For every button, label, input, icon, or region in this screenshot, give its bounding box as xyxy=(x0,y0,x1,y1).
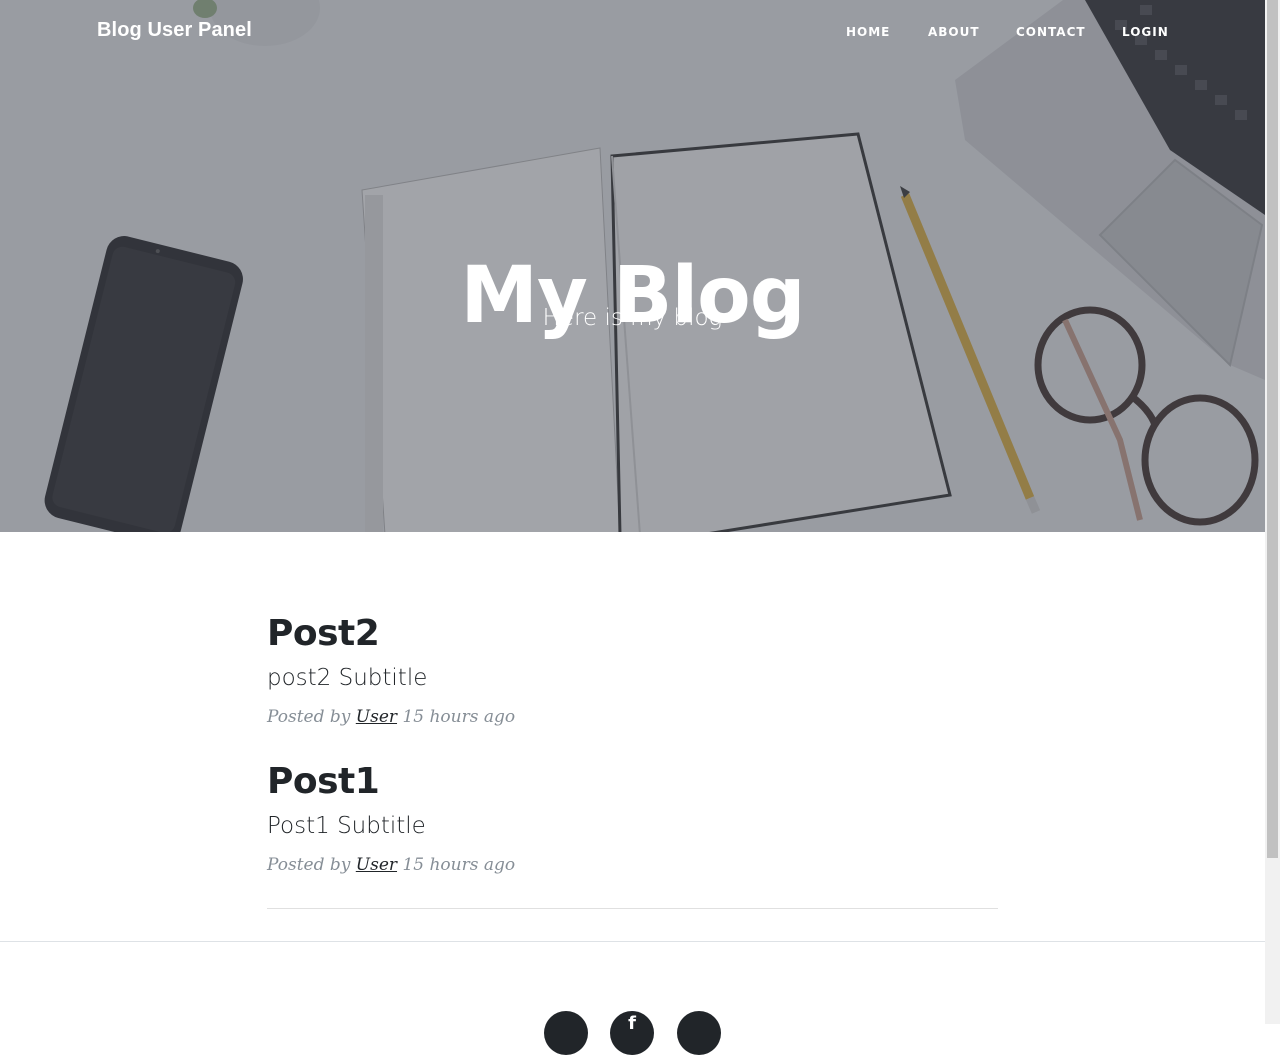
brand-link[interactable]: Blog User Panel xyxy=(97,19,252,42)
post-divider xyxy=(267,908,998,909)
footer-border xyxy=(0,941,1265,942)
nav-contact-link[interactable]: CONTACT xyxy=(1016,25,1086,39)
post-author-link[interactable]: User xyxy=(356,707,397,727)
post-meta-prefix: Posted by xyxy=(267,854,351,875)
nav-login-link[interactable]: LOGIN xyxy=(1122,25,1169,39)
post-preview[interactable]: Post1 Post1 Subtitle Posted by User 15 h… xyxy=(267,760,998,875)
post-preview[interactable]: Post2 post2 Subtitle Posted by User 15 h… xyxy=(267,612,998,727)
post-meta: Posted by User 15 hours ago xyxy=(267,855,998,875)
top-navbar: Blog User Panel HOME ABOUT CONTACT LOGIN xyxy=(0,0,1265,66)
post-meta: Posted by User 15 hours ago xyxy=(267,707,998,727)
post-title[interactable]: Post1 xyxy=(267,760,998,803)
post-time: 15 hours ago xyxy=(402,706,516,727)
nav-home-link[interactable]: HOME xyxy=(846,25,890,39)
facebook-icon[interactable]: f xyxy=(610,1011,654,1055)
post-meta-prefix: Posted by xyxy=(267,706,351,727)
github-icon[interactable] xyxy=(677,1011,721,1055)
post-title[interactable]: Post2 xyxy=(267,612,998,655)
page-scrollbar[interactable] xyxy=(1265,0,1280,1024)
post-author-link[interactable]: User xyxy=(356,855,397,875)
hero-header: Blog User Panel HOME ABOUT CONTACT LOGIN… xyxy=(0,0,1265,532)
twitter-icon[interactable] xyxy=(544,1011,588,1055)
scrollbar-thumb[interactable] xyxy=(1267,0,1278,858)
hero-subtitle: Here is my blog xyxy=(542,305,723,331)
post-time: 15 hours ago xyxy=(402,854,516,875)
nav-about-link[interactable]: ABOUT xyxy=(928,25,980,39)
post-subtitle[interactable]: post2 Subtitle xyxy=(267,665,998,693)
post-subtitle[interactable]: Post1 Subtitle xyxy=(267,813,998,841)
